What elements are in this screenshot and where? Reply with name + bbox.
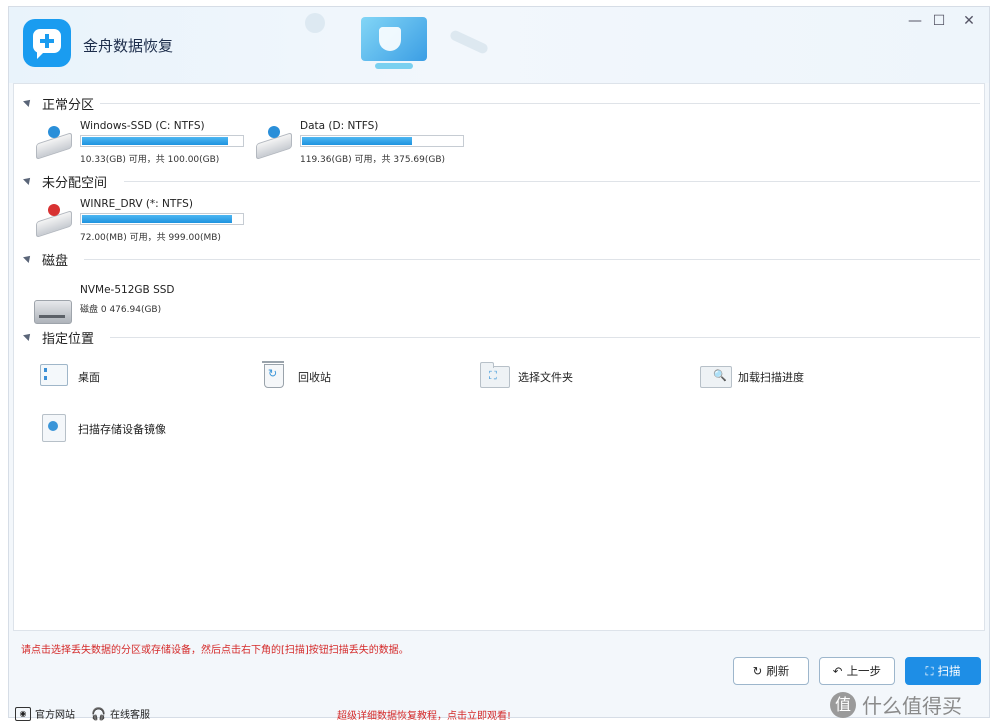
site-watermark: 值 什么值得买 [830,690,962,719]
location-load-progress[interactable]: 加载扫描进度 [698,360,898,392]
divider [100,103,980,104]
website-label: 官方网站 [35,710,75,721]
tutorial-link[interactable]: 超级详细数据恢复教程，点击立即观看! [337,707,511,722]
disk-size: 磁盘 0 476.94(GB) [80,305,162,315]
official-website-link[interactable]: ◉ 官方网站 [15,706,75,721]
drive-icon [34,126,74,160]
folder-icon [478,360,510,390]
drive-icon [34,204,74,238]
minimize-button[interactable]: — [903,11,927,31]
location-label: 加载扫描进度 [738,371,804,384]
collapse-arrow-icon[interactable] [23,97,33,107]
refresh-button[interactable]: ↻ 刷新 [733,657,809,685]
maximize-button[interactable]: ☐ [927,11,951,31]
partition-c[interactable]: Windows-SSD (C: NTFS) 10.33(GB) 可用，共 100… [34,120,254,168]
app-title: 金舟数据恢复 [83,37,174,55]
decor-bubble-icon [305,13,325,33]
partition-name: Data (D: NTFS) [300,120,379,132]
section-normal-partitions[interactable]: 正常分区 [23,94,980,113]
location-label: 扫描存储设备镜像 [78,423,166,436]
usage-bar [80,213,244,225]
disk-image-icon [38,412,70,442]
partition-d[interactable]: Data (D: NTFS) 119.36(GB) 可用，共 375.69(GB… [254,120,474,168]
collapse-arrow-icon[interactable] [23,331,33,341]
section-title: 未分配空间 [42,176,108,191]
location-label: 选择文件夹 [518,371,573,384]
online-service-link[interactable]: 🎧 在线客服 [91,706,150,722]
usage-bar [300,135,464,147]
refresh-label: 刷新 [766,664,790,678]
section-title: 指定位置 [42,332,95,347]
divider [110,337,980,338]
section-title: 正常分区 [42,98,95,113]
location-select-folder[interactable]: 选择文件夹 [478,360,678,392]
load-scan-icon [698,360,732,390]
location-desktop[interactable]: 桌面 [38,360,238,392]
drive-icon [254,126,294,160]
location-label: 桌面 [78,371,100,384]
website-icon: ◉ [15,706,31,721]
partition-winre[interactable]: WINRE_DRV (*: NTFS) 72.00(MB) 可用，共 999.0… [34,198,254,246]
section-title: 磁盘 [42,254,69,269]
disk-name: NVMe-512GB SSD [80,284,175,296]
headset-icon: 🎧 [91,706,106,721]
partition-name: WINRE_DRV (*: NTFS) [80,198,193,210]
back-arrow-icon: ↶ [832,664,843,678]
location-label: 回收站 [298,371,331,384]
refresh-icon: ↻ [752,664,763,678]
section-location[interactable]: 指定位置 [23,328,980,347]
title-bar: 金舟数据恢复 — ☐ ✕ [9,7,989,83]
partition-size: 10.33(GB) 可用，共 100.00(GB) [80,155,220,165]
header-illustration-icon [355,13,435,75]
section-disk[interactable]: 磁盘 [23,250,980,269]
location-recycle-bin[interactable]: 回收站 [258,360,458,392]
section-unallocated[interactable]: 未分配空间 [23,172,980,191]
usage-bar [80,135,244,147]
hint-text: 请点击选择丢失数据的分区或存储设备，然后点击右下角的[扫描]按钮扫描丢失的数据。 [21,645,409,656]
desktop-icon [38,360,70,390]
watermark-text: 什么值得买 [862,694,962,718]
collapse-arrow-icon[interactable] [23,253,33,263]
back-button[interactable]: ↶ 上一步 [819,657,895,685]
disk-nvme[interactable]: NVMe-512GB SSD 磁盘 0 476.94(GB) [34,284,254,332]
close-button[interactable]: ✕ [957,11,981,31]
divider [84,259,980,260]
service-label: 在线客服 [109,710,150,721]
app-logo-icon [23,19,71,67]
location-scan-image[interactable]: 扫描存储设备镜像 [38,412,238,444]
partition-size: 72.00(MB) 可用，共 999.00(MB) [80,233,221,243]
collapse-arrow-icon[interactable] [23,175,33,185]
ssd-icon [34,290,74,324]
partition-name: Windows-SSD (C: NTFS) [80,120,205,132]
scan-button[interactable]: ⛶ 扫描 [905,657,981,685]
wrench-icon [448,29,490,55]
divider [124,181,980,182]
back-label: 上一步 [846,664,882,678]
recycle-bin-icon [258,360,290,390]
watermark-logo-icon: 值 [830,691,856,718]
device-panel: 正常分区 Windows-SSD (C: NTFS) 10.33(GB) 可用，… [13,83,985,631]
partition-size: 119.36(GB) 可用，共 375.69(GB) [300,155,446,165]
scan-icon: ⛶ [925,663,934,678]
app-window: 金舟数据恢复 — ☐ ✕ 正常分区 Windows-SSD (C: NTFS) … [8,6,990,722]
scan-label: 扫描 [937,664,961,678]
